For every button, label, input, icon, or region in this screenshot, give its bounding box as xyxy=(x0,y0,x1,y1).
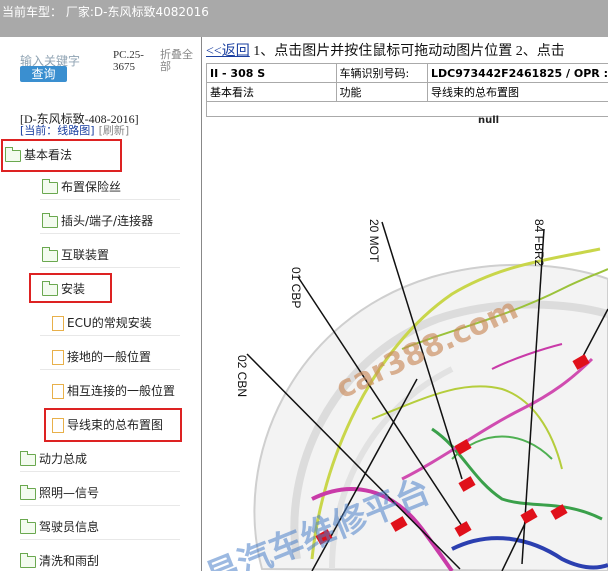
folder-icon xyxy=(20,552,36,568)
crumb-1: 基本看法 xyxy=(206,82,337,102)
tree-item-driver-info[interactable]: 驾驶员信息 xyxy=(20,515,99,539)
divider xyxy=(40,199,180,200)
tree-item-interconnect-location[interactable]: 相互连接的一般位置 xyxy=(52,379,175,403)
tree-item-lighting[interactable]: 照明—信号 xyxy=(20,481,99,505)
crumb-3: 导线束的总布置图 xyxy=(426,82,608,102)
divider xyxy=(20,505,180,506)
tree-item-fuses[interactable]: 布置保险丝 xyxy=(42,175,121,199)
search-button[interactable]: 查询 xyxy=(20,66,67,82)
folder-icon xyxy=(20,484,36,500)
tree-item-ground[interactable]: 接地的一般位置 xyxy=(52,345,151,369)
top-bar: 当前车型： 厂家:D-东风标致4082016 xyxy=(0,0,608,37)
folder-icon xyxy=(42,246,58,262)
label-cbp: 01 CBP xyxy=(289,267,303,308)
nav-line: <<返回 1、点击图片并按住鼠标可拖动动图片位置 2、点击 xyxy=(206,40,565,60)
collapse-all-link[interactable]: 折叠全部 xyxy=(160,49,200,73)
label-mot: 20 MOT xyxy=(367,219,381,263)
folder-icon xyxy=(20,450,36,466)
model-cell: II - 308 S xyxy=(206,63,337,83)
divider xyxy=(40,267,180,268)
current-model: 当前车型： 厂家:D-东风标致4082016 xyxy=(2,5,209,19)
current-location: [当前：线路图] [刷新] xyxy=(20,124,130,137)
crumb-2: 功能 xyxy=(335,82,428,102)
harness-diagram[interactable]: 20 MOT 84 FBR2 01 CBP 02 CBN car388.com … xyxy=(202,129,608,571)
highlight-box xyxy=(1,139,122,172)
vin-value: LDC973442F2461825 / OPR : xyxy=(426,63,608,83)
main-panel: <<返回 1、点击图片并按住鼠标可拖动动图片位置 2、点击 II - 308 S… xyxy=(202,37,608,571)
divider xyxy=(40,369,180,370)
manual-code: PC.25-3675 xyxy=(113,49,144,73)
tree-item-interconnect[interactable]: 互联装置 xyxy=(42,243,109,267)
header-table: II - 308 S 车辆识别号码: LDC973442F2461825 / O… xyxy=(206,63,608,117)
divider xyxy=(20,539,180,540)
null-text: null xyxy=(478,115,500,126)
tree-item-ecu[interactable]: ECU的常规安装 xyxy=(52,311,152,335)
empty-row xyxy=(206,101,608,117)
page-icon xyxy=(52,384,64,399)
tree-item-connectors[interactable]: 插头/端子/连接器 xyxy=(42,209,153,233)
page-icon xyxy=(52,316,64,331)
folder-icon xyxy=(42,178,58,194)
instructions: 1、点击图片并按住鼠标可拖动动图片位置 2、点击 xyxy=(249,44,565,59)
divider xyxy=(40,233,180,234)
folder-icon xyxy=(42,212,58,228)
divider xyxy=(40,335,180,336)
folder-icon xyxy=(20,518,36,534)
tree-item-wipers[interactable]: 清洗和雨刮 xyxy=(20,549,99,571)
divider xyxy=(20,471,180,472)
back-link[interactable]: <<返回 xyxy=(206,44,250,59)
sidebar: 输入关键字 查询 PC.25-3675 折叠全部 [D-东风标致-408-201… xyxy=(0,37,202,571)
refresh-link[interactable]: [刷新] xyxy=(99,124,130,137)
highlight-box xyxy=(44,408,182,442)
tree-item-powertrain[interactable]: 动力总成 xyxy=(20,447,87,471)
page-icon xyxy=(52,350,64,365)
highlight-box xyxy=(29,273,112,303)
label-cbn: 02 CBN xyxy=(235,355,249,397)
vin-label: 车辆识别号码: xyxy=(335,63,428,83)
label-fbr: 84 FBR2 xyxy=(532,219,546,267)
